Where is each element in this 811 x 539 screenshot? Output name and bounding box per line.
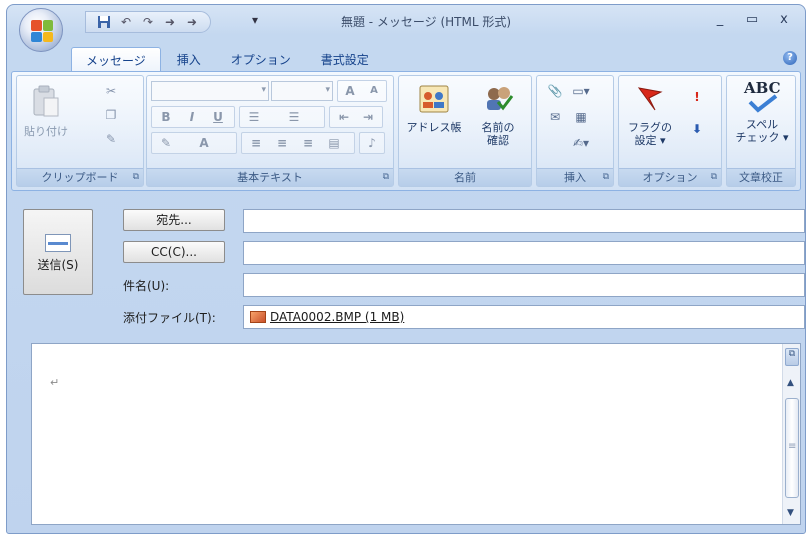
justify-icon[interactable]: ▤	[323, 133, 345, 153]
basic-text-launcher-icon[interactable]: ⧉	[383, 172, 389, 182]
message-body[interactable]: ↵ ⧉ ▲ ▼	[31, 343, 801, 525]
send-label: 送信(S)	[37, 258, 79, 272]
paragraph-mark: ↵	[50, 376, 60, 389]
increase-indent-icon[interactable]: ⇥	[357, 107, 379, 127]
group-clipboard: 貼り付け ✂ ❐ ✎ クリップボード ⧉	[16, 75, 144, 187]
high-importance-icon[interactable]: !	[687, 88, 707, 106]
basic-text-group-label: 基本テキスト	[147, 168, 393, 186]
message-window: ↶ ↷ ➜ ➜ ▾ 無題 - メッセージ (HTML 形式) _ ▭ x メッセ…	[6, 4, 806, 534]
numbering-icon[interactable]: ☰	[283, 107, 305, 127]
align-center-icon[interactable]: ≡	[271, 133, 293, 153]
align-right-icon[interactable]: ≡	[297, 133, 319, 153]
attachment-label: 添付ファイル(T):	[123, 311, 216, 325]
group-options: フラグの 設定 ▾ ! ⬇ オプション ⧉	[618, 75, 722, 187]
vertical-scrollbar[interactable]: ⧉ ▲ ▼	[782, 344, 800, 524]
minimize-button[interactable]: _	[705, 9, 735, 29]
signature-icon[interactable]: ✍▾	[571, 134, 591, 152]
address-book-label: アドレス帳	[406, 121, 462, 134]
follow-up-label-2: 設定 ▾	[634, 134, 666, 147]
format-painter-icon[interactable]: ✎	[101, 130, 121, 148]
ribbon: 貼り付け ✂ ❐ ✎ クリップボード ⧉ ▾ ▾ A A B I U ☰ ☰ ⇤	[11, 71, 801, 191]
follow-up-button[interactable]: フラグの 設定 ▾	[623, 84, 677, 147]
paste-icon	[23, 84, 69, 121]
attach-item-icon[interactable]: ✉	[545, 108, 565, 126]
address-book-button[interactable]: アドレス帳	[405, 84, 463, 134]
to-field[interactable]	[243, 209, 805, 233]
check-names-icon	[469, 84, 527, 117]
subject-field[interactable]	[243, 273, 805, 297]
message-header: 送信(S) 宛先... CC(C)... 件名(U): 添付ファイル(T): D…	[11, 195, 805, 335]
attachment-file-link[interactable]: DATA0002.BMP (1 MB)	[270, 310, 404, 324]
flag-icon	[623, 84, 677, 117]
send-button[interactable]: 送信(S)	[23, 209, 93, 295]
title-bar: ↶ ↷ ➜ ➜ ▾ 無題 - メッセージ (HTML 形式) _ ▭ x	[7, 5, 805, 52]
paste-button[interactable]: 貼り付け	[23, 84, 69, 138]
group-basic-text: ▾ ▾ A A B I U ☰ ☰ ⇤ ⇥ ✎ A ≡ ≡ ≡ ▤ ♪ 基本テキ…	[146, 75, 394, 187]
spelling-check-icon: ABC	[742, 81, 782, 114]
business-card-icon[interactable]: ▭▾	[571, 82, 591, 100]
group-insert: 📎 ▭▾ ✉ ▦ ✍▾ 挿入 ⧉	[536, 75, 614, 187]
align-left-icon[interactable]: ≡	[245, 133, 267, 153]
underline-button[interactable]: U	[207, 107, 229, 127]
window-controls: _ ▭ x	[705, 9, 799, 29]
attach-file-icon[interactable]: 📎	[545, 82, 565, 100]
font-color-button[interactable]: A	[193, 133, 215, 153]
cut-icon[interactable]: ✂	[101, 82, 121, 100]
spelling-button[interactable]: ABC スペル チェック ▾	[731, 81, 793, 145]
decrease-indent-icon[interactable]: ⇤	[333, 107, 355, 127]
ribbon-tabs: メッセージ 挿入 オプション 書式設定	[71, 47, 383, 72]
font-size-combo[interactable]: ▾	[271, 81, 333, 101]
low-importance-icon[interactable]: ⬇	[687, 120, 707, 138]
bmp-file-icon	[250, 311, 266, 323]
maximize-button[interactable]: ▭	[737, 9, 767, 29]
shrink-font-button[interactable]: A	[363, 81, 385, 101]
address-book-icon	[405, 84, 463, 117]
grow-font-button[interactable]: A	[339, 81, 361, 101]
options-launcher-icon[interactable]: ⧉	[711, 172, 717, 182]
tab-insert[interactable]: 挿入	[163, 47, 215, 71]
options-group-label: オプション	[619, 168, 721, 186]
view-ruler-icon[interactable]: ⧉	[785, 348, 799, 366]
help-icon[interactable]: ?	[783, 51, 797, 65]
tab-format[interactable]: 書式設定	[307, 47, 383, 71]
bullets-icon[interactable]: ☰	[243, 107, 265, 127]
calendar-icon[interactable]: ▦	[571, 108, 591, 126]
cc-button[interactable]: CC(C)...	[123, 241, 225, 263]
names-group-label: 名前	[399, 168, 531, 186]
follow-up-label-1: フラグの	[628, 121, 672, 134]
clipboard-launcher-icon[interactable]: ⧉	[133, 172, 139, 182]
spelling-label-1: スペル	[745, 118, 779, 131]
italic-button[interactable]: I	[181, 107, 203, 127]
group-names: アドレス帳 名前の 確認 名前	[398, 75, 532, 187]
scroll-thumb[interactable]	[785, 398, 799, 498]
check-names-label-2: 確認	[487, 134, 509, 147]
to-button[interactable]: 宛先...	[123, 209, 225, 231]
send-envelope-icon	[45, 234, 71, 252]
proofing-group-label: 文章校正	[727, 168, 795, 186]
scroll-up-icon[interactable]: ▲	[787, 378, 794, 388]
attachment-field: DATA0002.BMP (1 MB)	[243, 305, 805, 329]
close-button[interactable]: x	[769, 9, 799, 29]
insert-launcher-icon[interactable]: ⧉	[603, 172, 609, 182]
copy-icon[interactable]: ❐	[101, 106, 121, 124]
tab-message[interactable]: メッセージ	[71, 47, 161, 72]
office-button[interactable]	[19, 8, 63, 52]
tab-options[interactable]: オプション	[217, 47, 305, 71]
paste-label: 貼り付け	[24, 125, 68, 138]
clipboard-group-label: クリップボード	[17, 168, 143, 186]
styles-icon[interactable]: ♪	[361, 133, 383, 153]
cc-field[interactable]	[243, 241, 805, 265]
spelling-label-2: チェック ▾	[735, 131, 789, 144]
scroll-down-icon[interactable]: ▼	[787, 508, 794, 518]
group-proofing: ABC スペル チェック ▾ 文章校正	[726, 75, 796, 187]
font-name-combo[interactable]: ▾	[151, 81, 269, 101]
subject-label: 件名(U):	[123, 279, 170, 293]
check-names-label-1: 名前の	[481, 121, 515, 134]
window-title: 無題 - メッセージ (HTML 形式)	[340, 15, 512, 29]
check-names-button[interactable]: 名前の 確認	[469, 84, 527, 147]
bold-button[interactable]: B	[155, 107, 177, 127]
highlight-icon[interactable]: ✎	[155, 133, 177, 153]
office-logo-icon	[31, 20, 53, 42]
